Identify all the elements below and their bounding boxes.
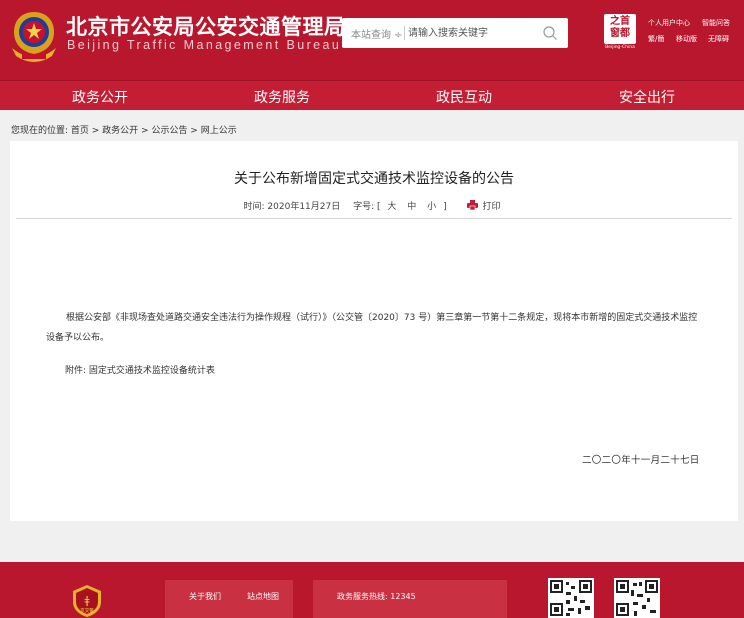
service-hotline: 政务服务热线: 12345 bbox=[337, 592, 416, 601]
sitemap-link[interactable]: 站点地图 bbox=[247, 591, 279, 602]
font-medium-button[interactable]: 中 bbox=[403, 202, 420, 212]
traffic-police-badge-icon: ǂ 京交警 bbox=[73, 585, 101, 617]
footer-badge-text: 京交警 bbox=[80, 607, 94, 614]
font-small-button[interactable]: 小 bbox=[423, 202, 440, 212]
svg-text:ǂ: ǂ bbox=[84, 594, 89, 607]
hotline-panel: 政务服务热线: 12345 bbox=[313, 580, 507, 618]
font-large-button[interactable]: 大 bbox=[383, 202, 400, 212]
capital-logo-subtitle: Beijing-China bbox=[605, 45, 635, 50]
article-paragraph: 根据公安部《非现场查处道路交通安全违法行为操作规程（试行）》（公交管〔2020〕… bbox=[46, 313, 698, 343]
nav-item-public-interaction[interactable]: 政民互动 bbox=[436, 87, 492, 107]
nav-item-safe-travel[interactable]: 安全出行 bbox=[619, 87, 675, 107]
main-nav: 政务公开 政务服务 政民互动 安全出行 bbox=[0, 80, 744, 110]
title-divider bbox=[16, 218, 732, 219]
publish-time: 时间: 2020年11月27日 bbox=[243, 202, 341, 212]
article-panel: 关于公布新增固定式交通技术监控设备的公告 时间: 2020年11月27日 字号:… bbox=[10, 141, 738, 521]
capital-window-logo[interactable]: 之首 窗都 Beijing-China bbox=[603, 14, 637, 54]
search-input[interactable] bbox=[408, 22, 538, 44]
police-emblem-icon[interactable] bbox=[8, 10, 60, 64]
font-size-close: ] bbox=[443, 202, 447, 212]
search-scope-select[interactable]: 本站查询 ÷ bbox=[351, 26, 403, 41]
search-bar: 本站查询 ÷ bbox=[342, 18, 568, 48]
capital-logo-text: 之首 窗都 bbox=[610, 16, 630, 39]
mobile-version-link[interactable]: 移动版 bbox=[676, 34, 697, 44]
search-divider bbox=[404, 26, 405, 40]
attachment-line: 附件: 固定式交通技术监控设备统计表 bbox=[65, 361, 725, 381]
signature-date: 二〇二〇年十一月二十七日 bbox=[582, 455, 700, 466]
article-meta: 时间: 2020年11月27日 字号: [ 大 中 小 ] 打印 bbox=[10, 199, 738, 212]
footer-links: 关于我们 站点地图 bbox=[165, 580, 293, 618]
printer-icon[interactable] bbox=[467, 200, 479, 210]
site-title-english: Beijing Traffic Management Bureau bbox=[67, 38, 342, 52]
print-button[interactable]: 打印 bbox=[482, 202, 504, 212]
site-header: 北京市公安局公安交通管理局 Beijing Traffic Management… bbox=[0, 0, 744, 80]
nav-item-government-services[interactable]: 政务服务 bbox=[254, 87, 310, 107]
attachment-link[interactable]: 固定式交通技术监控设备统计表 bbox=[89, 366, 215, 376]
qr-code-icon bbox=[614, 578, 660, 618]
site-title[interactable]: 北京市公安局公安交通管理局 bbox=[66, 11, 346, 41]
site-footer: ǂ 京交警 关于我们 站点地图 政务服务热线: 12345 bbox=[0, 562, 744, 618]
about-us-link[interactable]: 关于我们 bbox=[189, 591, 221, 602]
article-title: 关于公布新增固定式交通技术监控设备的公告 bbox=[234, 171, 514, 187]
breadcrumb-path[interactable]: 首页 > 政务公开 > 公示公告 > 网上公示 bbox=[71, 126, 237, 136]
breadcrumb-prefix: 您现在的位置: bbox=[11, 126, 69, 136]
nav-item-government-affairs[interactable]: 政务公开 bbox=[72, 87, 128, 107]
smart-qa-link[interactable]: 智能问答 bbox=[702, 18, 730, 28]
attachment-label: 附件: bbox=[65, 366, 87, 376]
qr-code-icon bbox=[548, 578, 594, 618]
breadcrumb: 您现在的位置: 首页 > 政务公开 > 公示公告 > 网上公示 bbox=[11, 123, 237, 136]
user-center-link[interactable]: 个人用户中心 bbox=[648, 18, 690, 28]
search-icon[interactable] bbox=[542, 25, 558, 41]
traditional-simplified-link[interactable]: 繁/簡 bbox=[648, 34, 664, 44]
accessibility-link[interactable]: 无障碍 bbox=[708, 34, 729, 44]
font-size-label: 字号: [ bbox=[353, 202, 381, 212]
